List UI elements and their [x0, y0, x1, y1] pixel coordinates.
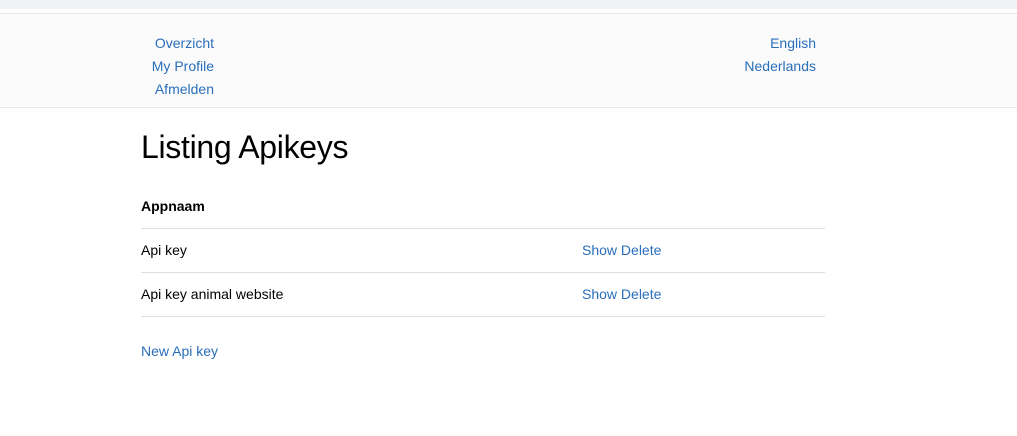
language-link-english[interactable]: English	[744, 32, 816, 55]
nav-link-my-profile[interactable]: My Profile	[152, 55, 214, 78]
table-row: Api key Show Delete	[141, 229, 825, 273]
show-link[interactable]: Show	[582, 286, 617, 302]
browser-top-strip	[0, 0, 1017, 9]
language-menu: English Nederlands	[744, 32, 816, 78]
row-actions: Show Delete	[582, 229, 661, 272]
delete-link[interactable]: Delete	[621, 286, 661, 302]
show-link[interactable]: Show	[582, 242, 617, 258]
nav-left-menu: Overzicht My Profile Afmelden	[152, 32, 214, 101]
delete-link[interactable]: Delete	[621, 242, 661, 258]
nav-link-afmelden[interactable]: Afmelden	[152, 78, 214, 101]
new-apikey-link[interactable]: New Api key	[141, 342, 218, 360]
page-title: Listing Apikeys	[141, 129, 349, 165]
table-row: Api key animal website Show Delete	[141, 273, 825, 317]
apikeys-table: Appnaam Api key Show Delete Api key anim…	[141, 185, 825, 317]
nav-link-overzicht[interactable]: Overzicht	[152, 32, 214, 55]
row-actions: Show Delete	[582, 273, 661, 316]
column-header-appnaam: Appnaam	[141, 185, 825, 229]
language-link-nederlands[interactable]: Nederlands	[744, 55, 816, 78]
apikey-name: Api key	[141, 242, 187, 258]
navbar: Overzicht My Profile Afmelden English Ne…	[0, 14, 1017, 108]
apikey-name: Api key animal website	[141, 286, 284, 302]
